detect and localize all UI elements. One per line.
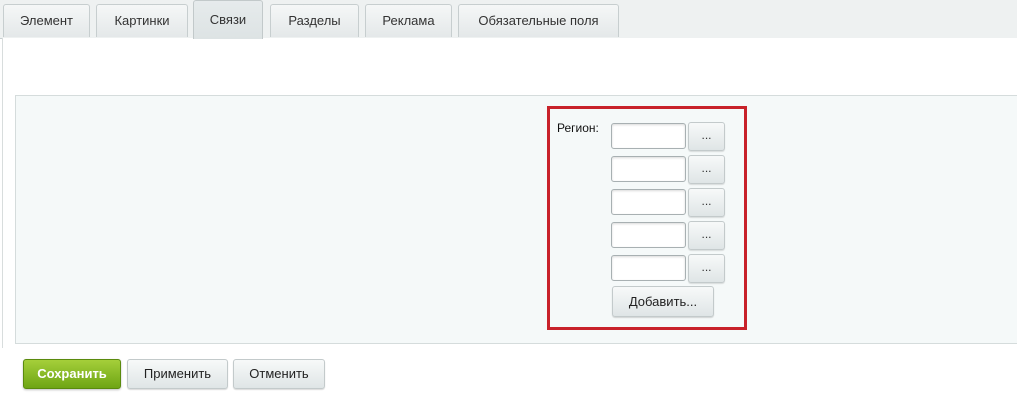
region-label: Регион: bbox=[557, 121, 599, 135]
region-input-2[interactable] bbox=[611, 156, 686, 182]
tab-advertising[interactable]: Реклама bbox=[365, 4, 452, 37]
region-browse-button-4[interactable]: ... bbox=[688, 221, 725, 250]
cancel-button[interactable]: Отменить bbox=[233, 359, 325, 389]
tab-sections[interactable]: Разделы bbox=[270, 4, 359, 37]
edit-page: Элемент Картинки Связи Разделы Реклама О… bbox=[0, 0, 1017, 402]
add-region-button[interactable]: Добавить... bbox=[612, 286, 714, 317]
tab-element[interactable]: Элемент bbox=[3, 4, 90, 37]
region-input-1[interactable] bbox=[611, 123, 686, 149]
save-button[interactable]: Сохранить bbox=[23, 359, 121, 389]
region-input-4[interactable] bbox=[611, 222, 686, 248]
region-browse-button-5[interactable]: ... bbox=[688, 254, 725, 283]
region-input-5[interactable] bbox=[611, 255, 686, 281]
region-browse-button-2[interactable]: ... bbox=[688, 155, 725, 184]
tab-required-fields[interactable]: Обязательные поля bbox=[458, 4, 619, 37]
tab-pictures[interactable]: Картинки bbox=[96, 4, 188, 37]
fields-panel bbox=[15, 95, 1017, 344]
region-input-3[interactable] bbox=[611, 189, 686, 215]
tabs-bar: Элемент Картинки Связи Разделы Реклама О… bbox=[0, 0, 1017, 39]
region-browse-button-1[interactable]: ... bbox=[688, 122, 725, 151]
apply-button[interactable]: Применить bbox=[127, 359, 228, 389]
tab-links[interactable]: Связи bbox=[193, 0, 263, 39]
region-browse-button-3[interactable]: ... bbox=[688, 188, 725, 217]
